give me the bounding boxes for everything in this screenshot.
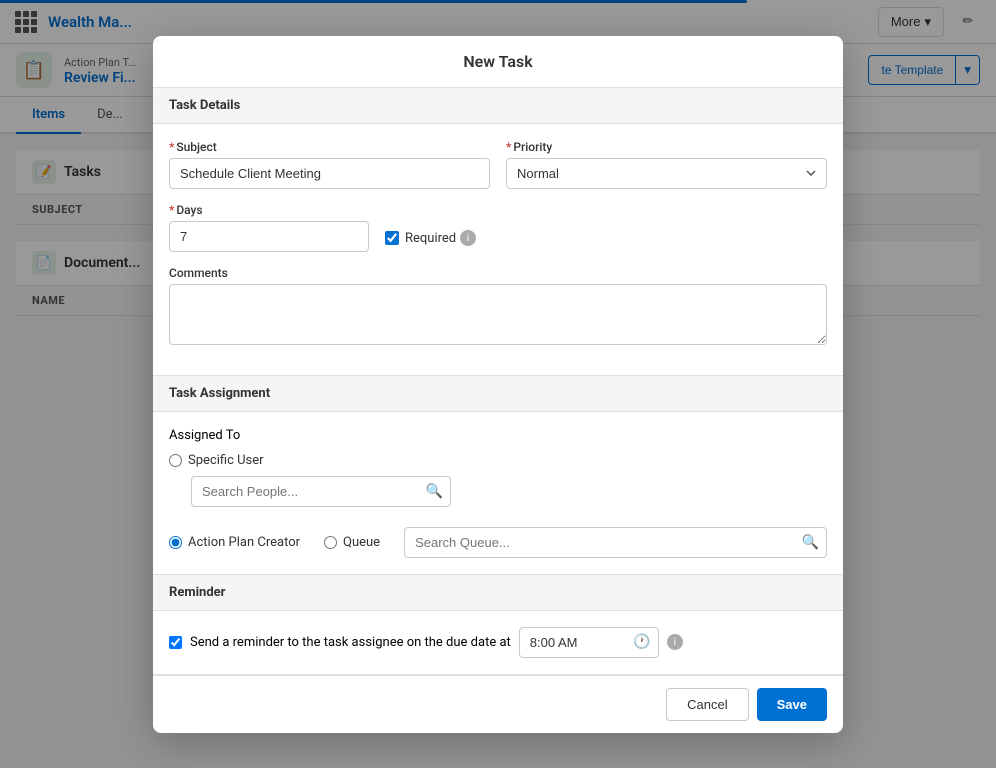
modal-footer: Cancel Save bbox=[153, 675, 843, 733]
reminder-checkbox[interactable] bbox=[169, 636, 182, 649]
reminder-section-title: Reminder bbox=[153, 575, 843, 611]
assignment-radio-group: Specific User 🔍 bbox=[169, 453, 827, 515]
specific-user-label[interactable]: Specific User bbox=[188, 453, 264, 468]
required-checkbox[interactable] bbox=[385, 231, 399, 245]
priority-label: *Priority bbox=[506, 140, 827, 154]
queue-option: Queue bbox=[324, 535, 380, 550]
reminder-row: Send a reminder to the task assignee on … bbox=[169, 627, 827, 658]
task-details-title: Task Details bbox=[153, 88, 843, 124]
comments-group: Comments bbox=[169, 266, 827, 345]
required-info-icon[interactable]: i bbox=[460, 230, 476, 246]
save-button[interactable]: Save bbox=[757, 688, 827, 721]
reminder-body: Send a reminder to the task assignee on … bbox=[153, 611, 843, 674]
assigned-to-label-wrap: Assigned To bbox=[169, 428, 827, 443]
action-plan-creator-label[interactable]: Action Plan Creator bbox=[188, 535, 300, 550]
clock-icon: 🕐 bbox=[633, 634, 650, 650]
search-queue-icon[interactable]: 🔍 bbox=[802, 534, 819, 551]
time-input-wrap: 🕐 bbox=[519, 627, 659, 658]
specific-user-option: Specific User bbox=[169, 453, 827, 468]
comments-row: Comments bbox=[169, 266, 827, 345]
task-details-body: *Subject *Priority NormalHighLow bbox=[153, 124, 843, 375]
cancel-button[interactable]: Cancel bbox=[666, 688, 748, 721]
reminder-label[interactable]: Send a reminder to the task assignee on … bbox=[190, 635, 511, 650]
search-queue-input[interactable] bbox=[404, 527, 827, 558]
task-assignment-section: Task Assignment Assigned To Specific Use… bbox=[153, 376, 843, 575]
search-people-icon[interactable]: 🔍 bbox=[426, 483, 443, 500]
search-people-input[interactable] bbox=[191, 476, 451, 507]
action-plan-creator-option: Action Plan Creator bbox=[169, 535, 300, 550]
subject-priority-row: *Subject *Priority NormalHighLow bbox=[169, 140, 827, 189]
action-plan-creator-radio[interactable] bbox=[169, 536, 182, 549]
subject-group: *Subject bbox=[169, 140, 490, 189]
queue-radio[interactable] bbox=[324, 536, 337, 549]
queue-label[interactable]: Queue bbox=[343, 535, 380, 550]
assignment-bottom-row: Action Plan Creator Queue 🔍 bbox=[169, 527, 827, 558]
modal-overlay: New Task Task Details *Subject bbox=[0, 0, 996, 768]
search-people-wrap: 🔍 bbox=[191, 476, 451, 507]
subject-label: *Subject bbox=[169, 140, 490, 154]
priority-group: *Priority NormalHighLow bbox=[506, 140, 827, 189]
task-assignment-title: Task Assignment bbox=[153, 376, 843, 412]
days-label: *Days bbox=[169, 203, 369, 217]
required-label[interactable]: Required i bbox=[405, 230, 476, 246]
days-input[interactable] bbox=[169, 221, 369, 252]
task-details-section: Task Details *Subject *Priority bbox=[153, 88, 843, 376]
priority-select[interactable]: NormalHighLow bbox=[506, 158, 827, 189]
days-required-row: *Days Required i bbox=[169, 203, 827, 252]
search-queue-wrap: 🔍 bbox=[404, 527, 827, 558]
comments-label: Comments bbox=[169, 266, 827, 280]
assigned-to-label: Assigned To bbox=[169, 428, 240, 443]
modal-title: New Task bbox=[463, 52, 532, 71]
comments-input[interactable] bbox=[169, 284, 827, 345]
new-task-modal: New Task Task Details *Subject bbox=[153, 36, 843, 733]
specific-user-radio[interactable] bbox=[169, 454, 182, 467]
modal-body: Task Details *Subject *Priority bbox=[153, 88, 843, 675]
task-assignment-body: Assigned To Specific User 🔍 bbox=[153, 412, 843, 574]
reminder-section: Reminder Send a reminder to the task ass… bbox=[153, 575, 843, 675]
reminder-info-icon[interactable]: i bbox=[667, 634, 683, 650]
days-group: *Days bbox=[169, 203, 369, 252]
required-group: Required i bbox=[385, 203, 476, 252]
subject-input[interactable] bbox=[169, 158, 490, 189]
modal-header: New Task bbox=[153, 36, 843, 88]
